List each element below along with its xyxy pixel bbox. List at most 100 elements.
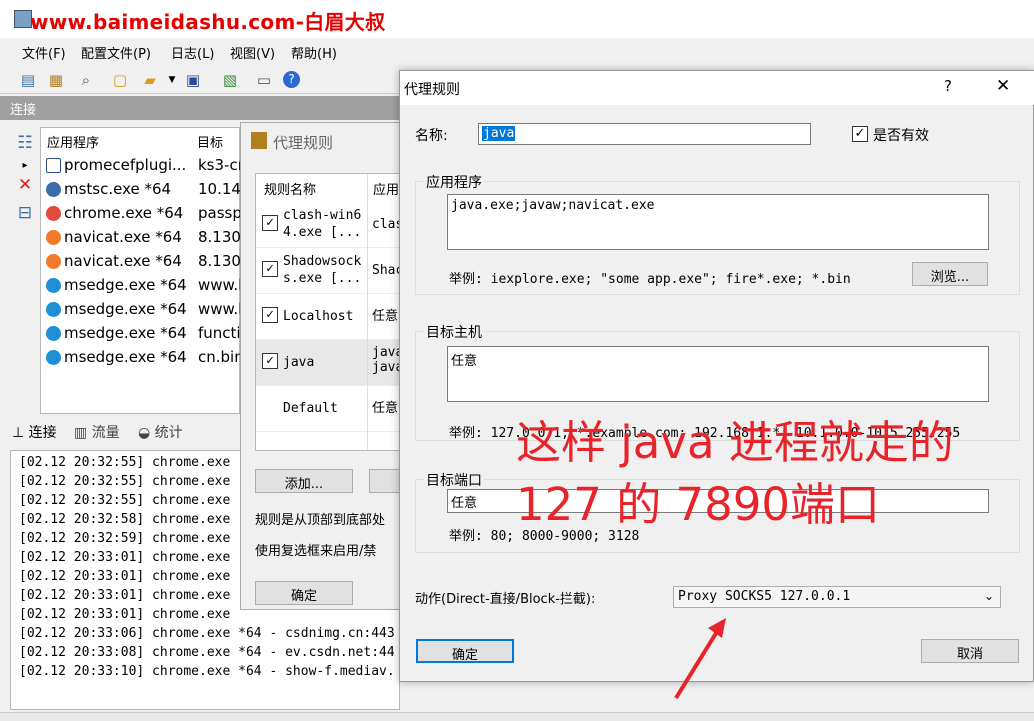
open-folder-icon[interactable]: ▰ (140, 70, 160, 90)
title-bar: www.baimeidashu.com-白眉大叔 (0, 0, 1034, 38)
connection-target: 8.130. (198, 252, 241, 270)
edit-dialog-title: 代理规则 (404, 82, 460, 98)
close-connection-icon[interactable]: ✕ (14, 174, 36, 196)
name-input[interactable]: java (478, 123, 811, 145)
action-label: 动作(Direct-直接/Block-拦截): (415, 592, 596, 607)
connection-app: navicat.exe *64 (64, 228, 182, 246)
rule-checkbox[interactable]: ✓ (262, 353, 278, 369)
tab-stats-label: 统计 (154, 425, 183, 441)
rule-row[interactable]: Default 任意 (256, 386, 400, 432)
print-icon[interactable]: ▭ (254, 70, 274, 90)
menu-help[interactable]: 帮助(H) (291, 43, 337, 62)
list-view-icon[interactable]: ☷ (14, 132, 36, 154)
connection-target: 10.147 (198, 180, 241, 198)
app-icon (46, 326, 61, 341)
menu-log[interactable]: 日志(L) (171, 43, 214, 62)
block-icon[interactable]: ⊟ (14, 202, 36, 224)
rules-icon[interactable]: ▦ (46, 70, 66, 90)
menu-view[interactable]: 视图(V) (230, 43, 275, 62)
help-icon[interactable]: ? (283, 71, 300, 88)
connection-row[interactable]: msedge.exe *64 cn.bin (41, 346, 241, 370)
log-line: [02.12 20:32:55] chrome.exe (19, 455, 231, 470)
column-rule-app[interactable]: 应用 (373, 179, 399, 198)
toolbar: ▤ ▦ ⌕ ▢ ▰ ▼ ▣ ▧ ▭ ? (0, 64, 400, 94)
menu-bar: 文件(F) 配置文件(P) 日志(L) 视图(V) 帮助(H) (0, 38, 400, 64)
connection-app: mstsc.exe *64 (64, 180, 172, 198)
log-line: [02.12 20:33:01] chrome.exe (19, 607, 231, 622)
rule-app: 任意 (372, 401, 399, 416)
annotation-arrow (674, 618, 726, 700)
cancel-button[interactable]: 取消 (921, 639, 1019, 663)
clipboard-icon[interactable]: ▧ (220, 70, 240, 90)
add-rule-button[interactable]: 添加... (255, 469, 353, 493)
action-value: Proxy SOCKS5 127.0.0.1 (678, 589, 851, 604)
ok-button[interactable]: 确定 (416, 639, 514, 663)
log-line: [02.12 20:33:06] chrome.exe *64 - csdnim… (19, 626, 395, 641)
annotation-line-2: 127 的 7890端口 (516, 478, 881, 531)
rule-row[interactable]: ✓ Localhost 任意 (256, 294, 400, 340)
menu-file[interactable]: 文件(F) (22, 43, 66, 62)
new-profile-icon[interactable]: ▢ (110, 70, 130, 90)
connection-row[interactable]: promecefplugi... ks3-cr (41, 154, 241, 178)
rule-app: Shac (372, 263, 401, 278)
hosts-textarea[interactable]: 任意 (447, 346, 989, 402)
connection-row[interactable]: msedge.exe *64 www.l (41, 298, 241, 322)
rule-name-line1: java (283, 355, 315, 370)
connection-row[interactable]: navicat.exe *64 8.130. (41, 250, 241, 274)
rule-name-line2: s.exe [... (283, 271, 362, 286)
annotation-text: 这样 java 进程就走的 127 的 7890端口 (516, 412, 954, 536)
rule-checkbox[interactable]: ✓ (262, 261, 278, 277)
apps-textarea[interactable]: java.exe;javaw;navicat.exe (447, 194, 989, 250)
log-line: [02.12 20:32:59] chrome.exe (19, 531, 231, 546)
connection-target: cn.bin (198, 348, 241, 366)
rule-row[interactable]: ✓ clash-win6 4.exe [... clas (256, 202, 401, 248)
arrow-shaft (674, 628, 720, 700)
connection-app: promecefplugi... (64, 156, 187, 174)
dns-icon[interactable]: ⌕ (76, 70, 96, 90)
hosts-value: 任意 (451, 354, 478, 369)
tab-connections-label: 连接 (28, 425, 57, 441)
rules-ok-button[interactable]: 确定 (255, 581, 353, 605)
connection-app: msedge.exe *64 (64, 324, 187, 342)
connection-target: functic (198, 324, 241, 342)
connection-row[interactable]: msedge.exe *64 www.l (41, 274, 241, 298)
column-rule-name[interactable]: 规则名称 (264, 179, 316, 198)
tab-connections[interactable]: ⊥ 连接 (12, 422, 57, 442)
ports-group-label: 目标端口 (424, 470, 484, 490)
menu-profile[interactable]: 配置文件(P) (81, 43, 151, 62)
connection-row[interactable]: mstsc.exe *64 10.147 (41, 178, 241, 202)
rule-row[interactable]: ✓ java java java (256, 340, 400, 386)
chevron-down-icon[interactable]: ▼ (162, 70, 182, 90)
annotation-line-1: 这样 java 进程就走的 (516, 416, 954, 469)
rule-checkbox[interactable]: ✓ (262, 307, 278, 323)
column-app[interactable]: 应用程序 (47, 132, 99, 151)
enabled-checkbox[interactable]: ✓ (852, 126, 868, 142)
rule-edit-dialog: 代理规则 ? ✕ 名称: java ✓ 是否有效 应用程序 java.exe;j… (399, 70, 1034, 682)
close-icon[interactable]: ✕ (996, 76, 1010, 96)
rule-checkbox[interactable]: ✓ (262, 215, 278, 231)
help-button[interactable]: ? (944, 77, 952, 95)
save-icon[interactable]: ▣ (183, 70, 203, 90)
browse-button[interactable]: 浏览... (912, 262, 988, 286)
action-select[interactable]: Proxy SOCKS5 127.0.0.1 ⌄ (673, 586, 1001, 608)
chevron-down-icon: ⌄ (983, 589, 994, 603)
tab-stats[interactable]: ◒ 统计 (138, 422, 183, 442)
connection-row[interactable]: msedge.exe *64 functic (41, 322, 241, 346)
profile-icon[interactable]: ▤ (18, 70, 38, 90)
apps-hint: 举例: iexplore.exe; "some app.exe"; fire*.… (449, 272, 851, 287)
connection-target: passp (198, 204, 241, 222)
connection-row[interactable]: chrome.exe *64 passp (41, 202, 241, 226)
log-line: [02.12 20:33:01] chrome.exe (19, 569, 231, 584)
hosts-group-label: 目标主机 (424, 322, 484, 342)
connection-row[interactable]: navicat.exe *64 8.130. (41, 226, 241, 250)
tab-traffic[interactable]: ▥ 流量 (74, 422, 120, 442)
app-icon (46, 302, 61, 317)
log-line: [02.12 20:32:55] chrome.exe (19, 493, 231, 508)
column-target[interactable]: 目标 (197, 132, 223, 151)
log-line: [02.12 20:33:08] chrome.exe *64 - ev.csd… (19, 645, 395, 660)
rule-app: clas (372, 217, 401, 232)
apps-group-label: 应用程序 (424, 172, 484, 192)
rules-dialog: 代理规则 规则名称 应用 ✓ clash-win6 4.exe [... clas ✓ S… (240, 122, 409, 610)
rule-row[interactable]: ✓ Shadowsock s.exe [... Shac (256, 248, 401, 294)
rule-name-line2: 4.exe [... (283, 225, 362, 240)
